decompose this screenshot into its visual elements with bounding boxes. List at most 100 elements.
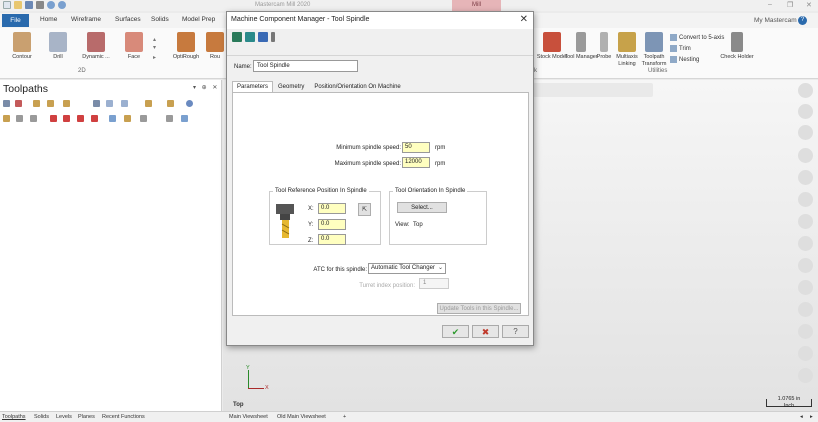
tab-geometry[interactable]: Geometry <box>273 81 309 92</box>
help-icon[interactable]: ? <box>798 16 807 25</box>
close-window-icon[interactable]: ✕ <box>806 1 812 9</box>
undo-icon[interactable] <box>47 1 55 9</box>
regen-icon[interactable] <box>33 100 40 107</box>
gallery-expand-icon[interactable]: ▸ <box>153 54 156 61</box>
file-tab[interactable]: File <box>2 14 29 27</box>
move-up-icon[interactable] <box>63 115 70 122</box>
view-tool-8-icon[interactable] <box>798 236 813 251</box>
pointer-select-icon[interactable] <box>109 115 116 122</box>
my-mastercam-link[interactable]: My Mastercam <box>754 17 797 24</box>
tool-icon[interactable] <box>271 32 275 42</box>
gallery-scroll-down-icon[interactable]: ▾ <box>153 44 156 51</box>
help-panel-icon[interactable] <box>186 100 193 107</box>
print-icon[interactable] <box>36 1 44 9</box>
view-tool-14-icon[interactable] <box>798 368 813 383</box>
deselect-icon[interactable] <box>15 100 22 107</box>
new-file-icon[interactable] <box>3 1 11 9</box>
optirough-button[interactable]: OptiRough <box>166 30 206 61</box>
save-icon[interactable] <box>25 1 33 9</box>
redo-icon[interactable] <box>58 1 66 9</box>
simulate-icon[interactable] <box>93 100 100 107</box>
view-tool-13-icon[interactable] <box>798 346 813 361</box>
lock-icon[interactable] <box>3 115 10 122</box>
tab-model-prep[interactable]: Model Prep <box>182 16 215 23</box>
panel-controls[interactable]: ▾ ⊕ ✕ <box>193 84 219 91</box>
tab-solids[interactable]: Solids <box>151 16 169 23</box>
spindle-icon[interactable] <box>258 32 268 42</box>
post-icon[interactable] <box>145 100 152 107</box>
move-down-icon[interactable] <box>50 115 57 122</box>
gallery-scroll-up-icon[interactable]: ▴ <box>153 36 156 43</box>
nav-prev-icon[interactable]: ◂ <box>800 414 803 420</box>
contour-button[interactable]: Contour <box>2 30 42 61</box>
backplot-icon[interactable] <box>63 100 70 107</box>
min-speed-field[interactable]: 50 <box>402 142 430 153</box>
regen-dirty-icon[interactable] <box>47 100 54 107</box>
pick-point-button[interactable]: ⇱ <box>358 203 371 216</box>
check-holder-button[interactable]: Check Holder <box>717 30 757 61</box>
toggle-post-icon[interactable] <box>30 115 37 122</box>
view-tool-10-icon[interactable] <box>798 280 813 295</box>
cancel-button[interactable]: ✖ <box>472 325 499 338</box>
select-all-icon[interactable] <box>3 100 10 107</box>
copy-icon[interactable] <box>124 115 131 122</box>
list-icon[interactable] <box>140 115 147 122</box>
bottom-tab-levels[interactable]: Levels <box>56 414 72 420</box>
ok-button[interactable]: ✔ <box>442 325 469 338</box>
tab-wireframe[interactable]: Wireframe <box>71 16 101 23</box>
scroll-to-icon[interactable] <box>91 115 98 122</box>
update-tools-button[interactable]: Update Tools in this Spindle... <box>437 303 521 314</box>
face-button[interactable]: Face <box>114 30 154 61</box>
view-tool-4-icon[interactable] <box>798 148 813 163</box>
verify-icon[interactable] <box>106 100 113 107</box>
nesting-item[interactable]: Nesting <box>670 56 699 63</box>
z-field[interactable]: 0.0 <box>318 234 346 245</box>
max-speed-field[interactable]: 12000 <box>402 157 430 168</box>
highfeed-icon[interactable] <box>167 100 174 107</box>
viewsheet-old-main[interactable]: Old Main Viewsheet <box>277 414 326 420</box>
tab-parameters[interactable]: Parameters <box>232 81 274 92</box>
view-tool-5-icon[interactable] <box>798 170 813 185</box>
dynamic-button[interactable]: Dynamic ... <box>76 30 116 61</box>
add-viewsheet-button[interactable]: + <box>343 414 346 420</box>
filter-icon[interactable] <box>181 115 188 122</box>
atc-select[interactable]: Automatic Tool Changer ⌄ <box>368 263 446 274</box>
view-tool-6-icon[interactable] <box>798 192 813 207</box>
turret-field[interactable]: 1 <box>419 278 449 289</box>
tab-surfaces[interactable]: Surfaces <box>115 16 141 23</box>
viewport-toolbar[interactable] <box>533 83 653 97</box>
toolpath-transform-button[interactable]: Toolpath Transform <box>634 30 674 68</box>
viewsheet-main[interactable]: Main Viewsheet <box>229 414 268 420</box>
tab-home[interactable]: Home <box>40 16 57 23</box>
import-icon[interactable] <box>232 32 242 42</box>
view-tool-1-icon[interactable] <box>798 83 813 98</box>
dialog-title-bar[interactable]: Machine Component Manager - Tool Spindle… <box>227 12 533 29</box>
toggle-display-icon[interactable] <box>16 115 23 122</box>
bottom-tab-recent-functions[interactable]: Recent Functions <box>102 414 145 420</box>
view-tool-9-icon[interactable] <box>798 258 813 273</box>
view-tool-3-icon[interactable] <box>798 125 813 140</box>
x-field[interactable]: 0.0 <box>318 203 346 214</box>
view-tool-7-icon[interactable] <box>798 214 813 229</box>
nav-next-icon[interactable]: ▸ <box>810 414 813 420</box>
y-field[interactable]: 0.0 <box>318 219 346 230</box>
help-button[interactable]: ? <box>502 325 529 338</box>
open-file-icon[interactable] <box>14 1 22 9</box>
rough-button[interactable]: Rou <box>204 30 226 61</box>
g1-icon[interactable] <box>121 100 128 107</box>
view-tool-11-icon[interactable] <box>798 302 813 317</box>
select-view-button[interactable]: Select... <box>397 202 447 213</box>
expand-icon[interactable] <box>166 115 173 122</box>
tab-position-orientation[interactable]: Position/Orientation On Machine <box>309 81 405 92</box>
insert-arrow-icon[interactable] <box>77 115 84 122</box>
view-tool-2-icon[interactable] <box>798 104 813 119</box>
trim-item[interactable]: Trim <box>670 45 691 52</box>
bottom-tab-planes[interactable]: Planes <box>78 414 95 420</box>
minimize-icon[interactable]: – <box>768 1 772 8</box>
component-icon[interactable] <box>245 32 255 42</box>
bottom-tab-solids[interactable]: Solids <box>34 414 49 420</box>
restore-icon[interactable]: ❐ <box>787 1 793 9</box>
bottom-tab-toolpaths[interactable]: Toolpaths <box>2 414 26 420</box>
drill-button[interactable]: Drill <box>38 30 78 61</box>
dialog-close-button[interactable]: ✕ <box>520 14 528 25</box>
